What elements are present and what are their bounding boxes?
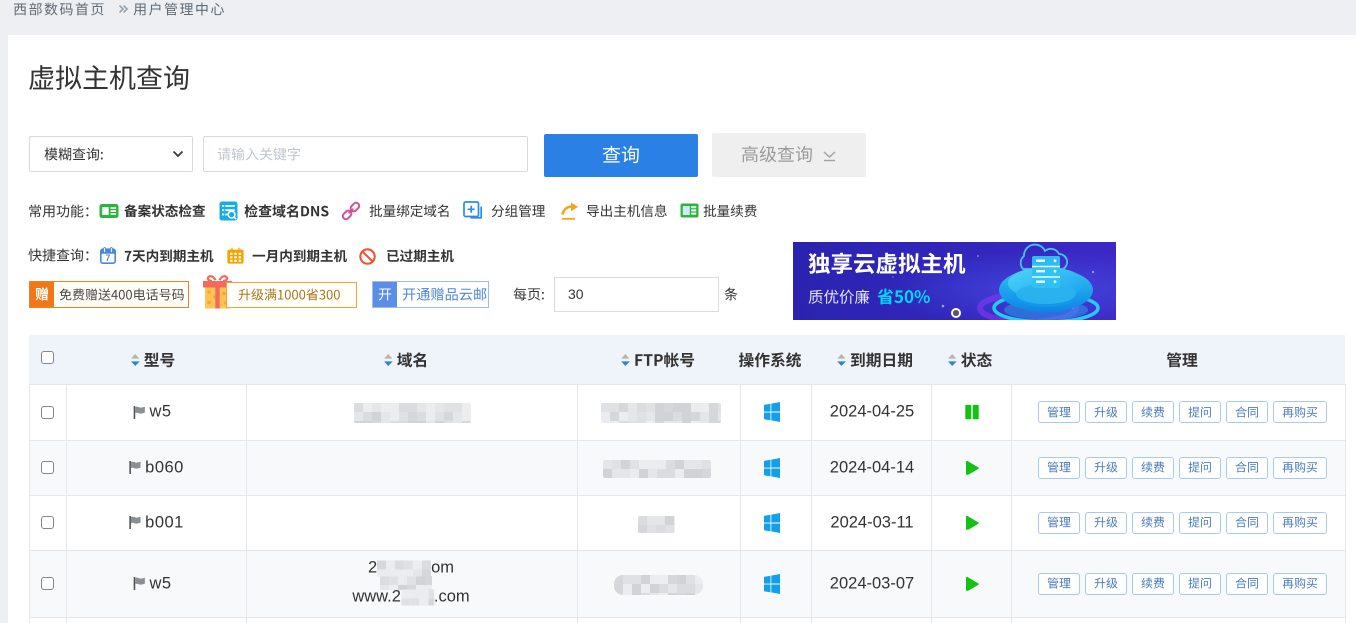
- svg-text:7: 7: [106, 253, 111, 263]
